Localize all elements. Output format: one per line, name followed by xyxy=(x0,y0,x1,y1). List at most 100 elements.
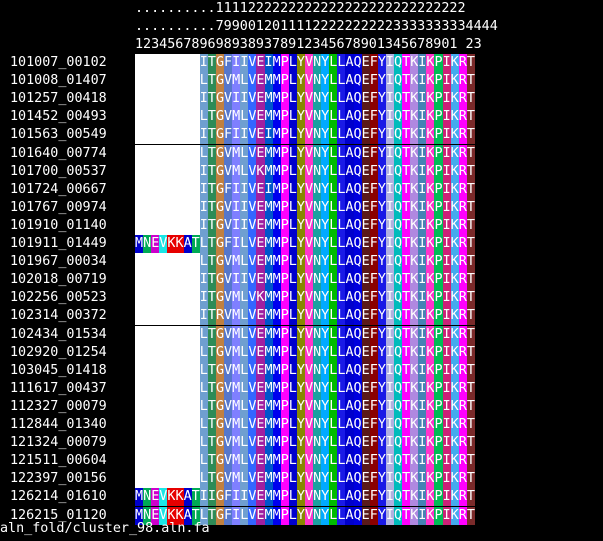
residue-cell: T xyxy=(466,488,475,507)
residue-cell: M xyxy=(232,416,241,434)
residue-cell: T xyxy=(402,307,411,326)
residue-cell: I xyxy=(442,361,451,380)
residue-cell: M xyxy=(272,198,281,217)
residue-cell xyxy=(183,343,192,362)
residue-cell: A xyxy=(183,235,192,253)
residue-cell: M xyxy=(272,452,281,471)
residue-cell: V xyxy=(224,72,233,91)
residue-cell: F xyxy=(369,271,378,290)
residue-cell: T xyxy=(402,54,411,72)
residue-cell: Q xyxy=(353,253,362,272)
residue-cell: L xyxy=(337,470,346,489)
residue-cell xyxy=(135,379,144,398)
residue-cell: E xyxy=(361,108,370,127)
residue-cell: T xyxy=(402,379,411,398)
residue-cell: T xyxy=(466,162,475,181)
residue-cell xyxy=(143,54,152,72)
residue-cell: E xyxy=(256,452,265,471)
residue-cell: V xyxy=(224,162,233,181)
residue-cell: P xyxy=(280,488,289,507)
residue-cell: R xyxy=(458,361,467,380)
residue-cell: Y xyxy=(377,180,386,199)
residue-cell: E xyxy=(151,488,160,507)
residue-cell: M xyxy=(272,289,281,308)
ruler-line-1: ..........111122222222222222222222222222… xyxy=(135,1,466,16)
sequence-id: 101911_01449 xyxy=(10,236,107,251)
residue-cell: V xyxy=(304,488,314,507)
residue-cell xyxy=(191,434,200,453)
residue-cell: L xyxy=(288,361,297,380)
residue-cell: Y xyxy=(321,343,330,362)
residue-cell: I xyxy=(385,235,394,253)
residue-cell: L xyxy=(329,452,338,471)
residue-cell: L xyxy=(288,506,297,525)
residue-cell xyxy=(191,253,200,272)
residue-cell: K xyxy=(410,379,419,398)
residue-cell: G xyxy=(215,126,225,145)
residue-cell: V xyxy=(248,144,257,163)
residue-cell: M xyxy=(264,506,273,525)
residue-cell: I xyxy=(442,289,451,308)
residue-cell xyxy=(191,198,200,217)
residue-cell: Q xyxy=(394,108,403,127)
residue-cell: P xyxy=(280,90,289,109)
residue-cell: G xyxy=(215,90,225,109)
sequence-id: 102920_01254 xyxy=(10,344,107,360)
residue-cell xyxy=(183,72,192,91)
residue-cell: T xyxy=(466,289,475,308)
residue-cell: M xyxy=(264,198,273,217)
residue-cell: G xyxy=(215,144,225,163)
sequence-residues: LTGVMLVEMMPLYVNYLLAQEFYIQTKIKPIKRT xyxy=(135,144,475,163)
residue-cell: T xyxy=(207,235,216,253)
residue-cell: E xyxy=(256,72,265,91)
residue-cell: Y xyxy=(321,180,330,199)
residue-cell: L xyxy=(240,343,249,362)
residue-cell: T xyxy=(207,452,216,471)
residue-cell: K xyxy=(450,325,459,344)
residue-cell: K xyxy=(426,307,435,326)
residue-cell: L xyxy=(288,343,297,362)
residue-cell: P xyxy=(434,470,443,489)
residue-cell: I xyxy=(232,506,241,525)
sequence-residues: LTGVMLVEMMPLYVNYLLAQEFYIQTKIKPIKRT xyxy=(135,397,475,416)
residue-cell: A xyxy=(345,470,354,489)
residue-cell: V xyxy=(248,126,257,145)
residue-cell: G xyxy=(215,216,225,235)
residue-cell: E xyxy=(256,506,265,525)
residue-cell: Y xyxy=(377,253,386,272)
residue-cell: A xyxy=(345,343,354,362)
alignment-row: 121324_00079 LTGVMLVEMMPLYVNYLLAQEFYIQTK… xyxy=(0,434,475,453)
residue-cell: M xyxy=(272,180,281,199)
residue-cell xyxy=(191,126,200,145)
residue-cell: L xyxy=(337,289,346,308)
residue-cell: P xyxy=(434,325,443,344)
residue-cell: I xyxy=(418,343,427,362)
residue-cell: L xyxy=(337,325,346,344)
residue-cell: E xyxy=(256,416,265,434)
residue-cell: N xyxy=(313,452,322,471)
residue-cell: Q xyxy=(353,470,362,489)
residue-cell: I xyxy=(232,198,241,217)
residue-cell: L xyxy=(288,470,297,489)
residue-cell: P xyxy=(434,253,443,272)
residue-cell: I xyxy=(418,253,427,272)
residue-cell xyxy=(143,289,152,308)
residue-cell: L xyxy=(240,470,249,489)
residue-cell xyxy=(143,452,152,471)
residue-cell: T xyxy=(207,126,216,145)
residue-cell xyxy=(151,470,160,489)
residue-cell: M xyxy=(232,144,241,163)
residue-cell xyxy=(191,361,200,380)
residue-cell: Q xyxy=(353,289,362,308)
residue-cell: L xyxy=(199,416,208,434)
residue-cell: V xyxy=(224,434,233,453)
residue-cell xyxy=(159,416,168,434)
residue-cell: K xyxy=(256,162,265,181)
residue-cell: T xyxy=(402,470,411,489)
residue-cell: Y xyxy=(377,108,386,127)
residue-cell: Q xyxy=(353,54,362,72)
residue-cell: Y xyxy=(296,271,305,290)
residue-cell: Y xyxy=(321,162,330,181)
residue-cell: V xyxy=(304,144,314,163)
residue-cell: K xyxy=(410,253,419,272)
